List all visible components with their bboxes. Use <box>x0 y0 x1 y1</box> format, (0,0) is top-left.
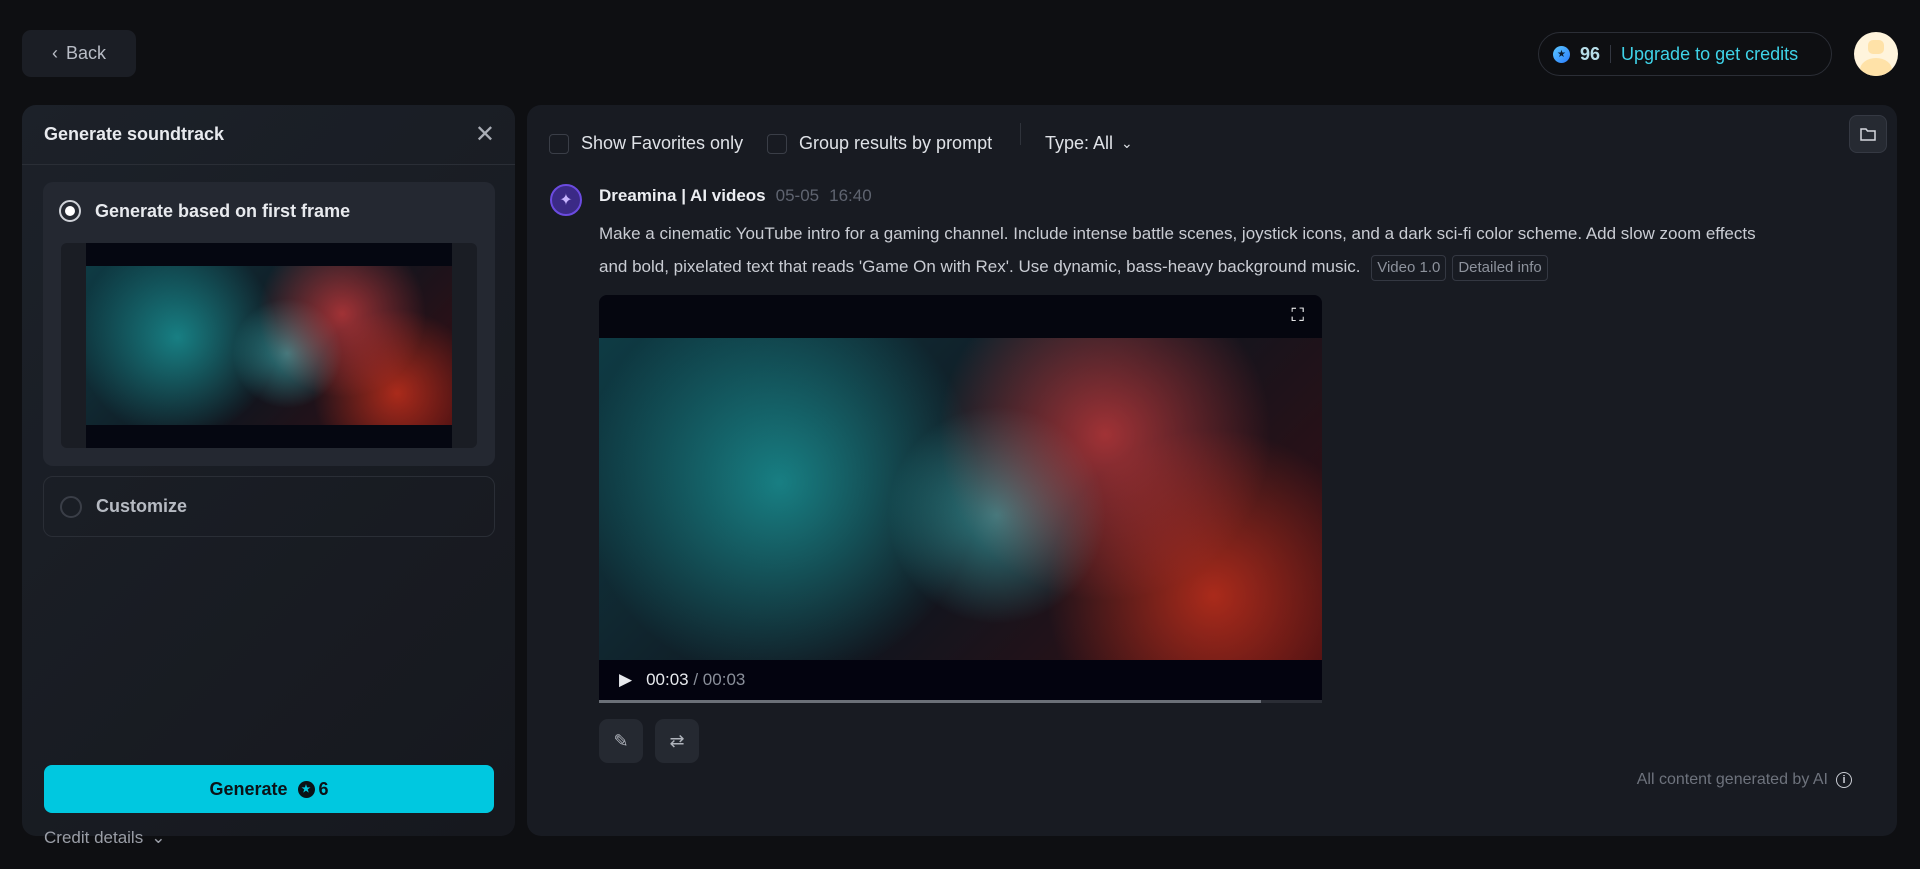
credit-details-toggle[interactable]: Credit details ⌄ <box>44 828 165 848</box>
back-label: Back <box>65 43 107 63</box>
type-dropdown[interactable]: Type: All ⌄ <box>1045 133 1133 154</box>
video-player[interactable]: ▶ 00:03 / 00:03 ⛶ <box>599 295 1322 700</box>
chevron-down-icon: ⌄ <box>151 828 166 847</box>
type-label: Type: All <box>1045 133 1114 153</box>
play-icon[interactable]: ▶ <box>619 670 632 690</box>
repeat-icon: ⇄ <box>669 730 685 751</box>
favorites-checkbox[interactable] <box>549 133 569 154</box>
folder-button[interactable] <box>1849 115 1887 153</box>
video-progress-bar[interactable] <box>599 700 1322 703</box>
results-panel: Show Favorites only Group results by pro… <box>527 105 1897 836</box>
group-checkbox[interactable] <box>767 133 787 154</box>
credit-icon: ★ <box>297 780 315 798</box>
info-icon[interactable]: i <box>1836 772 1852 788</box>
group-filter[interactable]: Group results by prompt <box>767 133 992 154</box>
regenerate-button[interactable]: ⇄ <box>655 719 699 763</box>
generate-button[interactable]: Generate ★ 6 <box>44 765 494 813</box>
avatar[interactable] <box>1854 32 1898 76</box>
fullscreen-icon[interactable]: ⛶ <box>1291 305 1304 326</box>
dreamina-logo-icon: ✦ <box>550 184 582 216</box>
progress-fill <box>599 700 1261 703</box>
group-label: Group results by prompt <box>799 133 993 153</box>
radio-unselected[interactable] <box>60 495 82 518</box>
panel-title: Generate soundtrack <box>44 124 225 144</box>
prompt-text: Make a cinematic YouTube intro for a gam… <box>599 224 1756 276</box>
detailed-info-tag[interactable]: Detailed info <box>1452 255 1548 281</box>
credit-count: 96 <box>1580 43 1601 64</box>
folder-icon <box>1860 128 1876 141</box>
close-icon[interactable]: ✕ <box>475 120 495 149</box>
generate-cost: 6 <box>318 778 329 799</box>
ai-notice: All content generated by AI i <box>1637 771 1852 789</box>
radio-selected[interactable] <box>59 200 81 222</box>
option-first-frame[interactable]: Generate based on first frame <box>43 182 495 466</box>
duration: / 00:03 <box>693 670 746 689</box>
model-tag[interactable]: Video 1.0 <box>1371 255 1447 281</box>
chevron-left-icon: ‹ <box>51 43 58 63</box>
credit-details-label: Credit details <box>44 828 144 847</box>
result-prompt: Make a cinematic YouTube intro for a gam… <box>599 217 1779 283</box>
result-time: 16:40 <box>829 186 872 205</box>
back-button[interactable]: ‹ Back <box>22 30 136 77</box>
divider <box>1020 123 1021 145</box>
soundtrack-panel: Generate soundtrack ✕ Generate based on … <box>22 105 515 847</box>
option-label: Generate based on first frame <box>95 200 351 221</box>
credits-pill[interactable]: ★ 96 Upgrade to get credits <box>1538 32 1832 76</box>
option-label: Customize <box>96 496 188 516</box>
result-date: 05-05 <box>775 186 820 205</box>
favorites-filter[interactable]: Show Favorites only <box>549 133 743 154</box>
edit-button[interactable]: ✎ <box>599 719 643 763</box>
divider <box>1610 45 1612 63</box>
favorites-label: Show Favorites only <box>581 133 744 153</box>
chevron-down-icon: ⌄ <box>1121 135 1133 151</box>
upgrade-link[interactable]: Upgrade to get credits <box>1621 44 1798 65</box>
ai-notice-text: All content generated by AI <box>1636 771 1828 788</box>
result-author: Dreamina | AI videos <box>599 186 766 205</box>
credit-icon: ★ <box>1553 45 1570 63</box>
current-time: 00:03 <box>646 670 689 689</box>
first-frame-thumbnail <box>61 243 477 448</box>
pencil-icon: ✎ <box>613 730 629 751</box>
option-customize[interactable]: Customize <box>43 476 495 537</box>
generate-label: Generate <box>209 778 288 799</box>
